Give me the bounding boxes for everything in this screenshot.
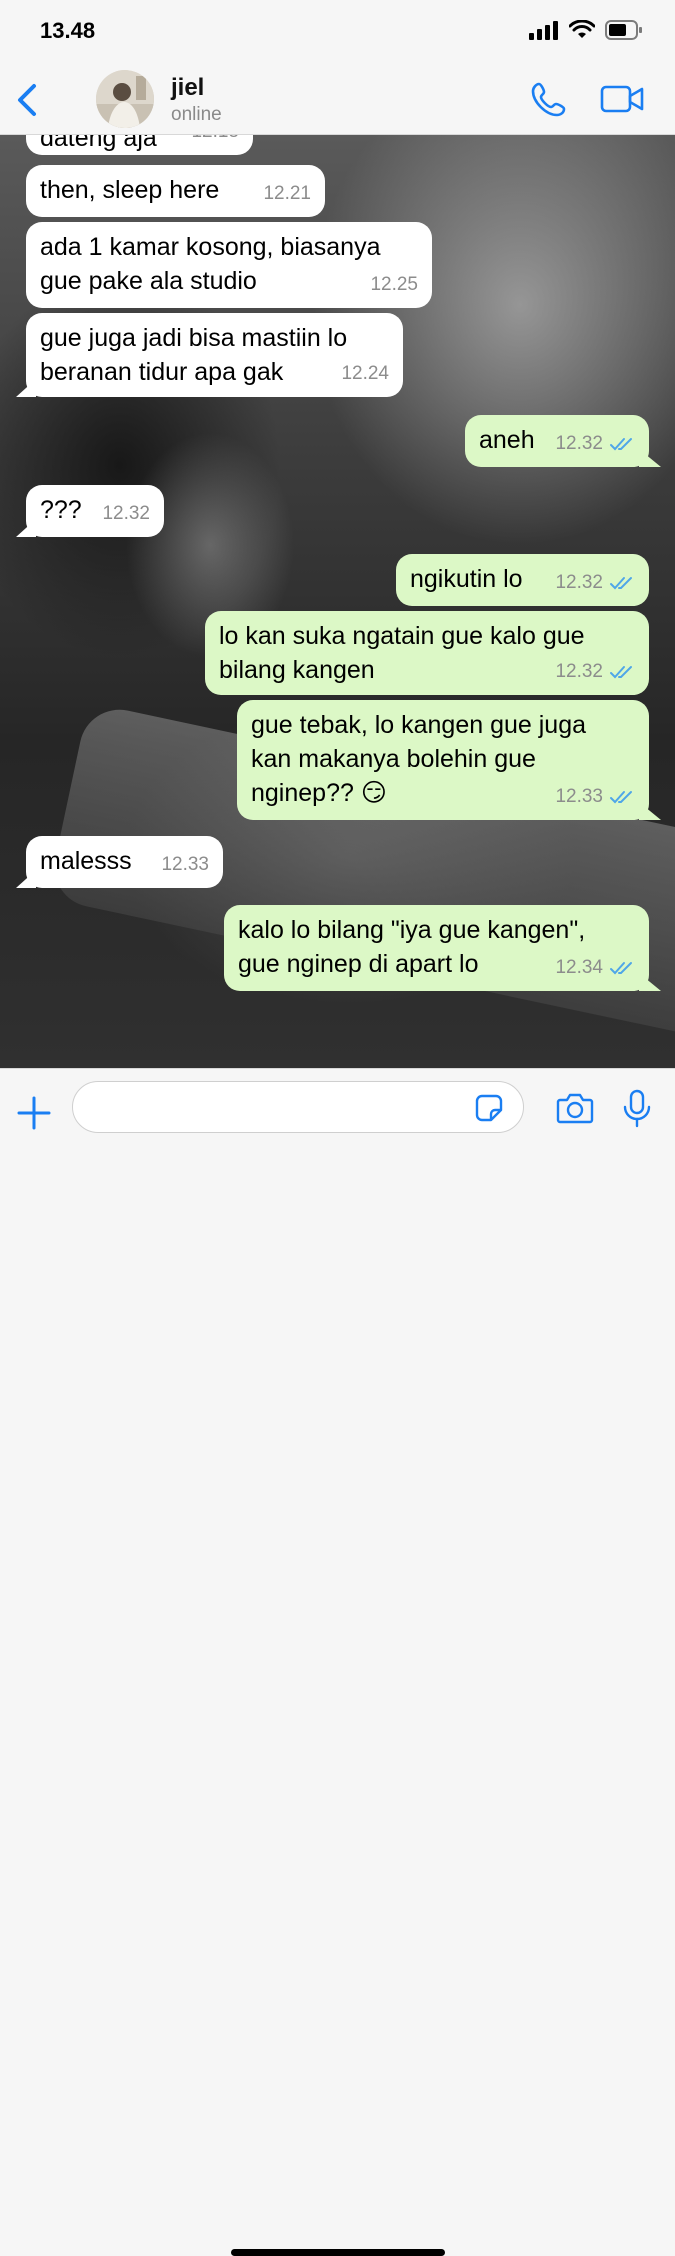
contact-status: online: [171, 104, 222, 125]
voice-message-button[interactable]: [622, 1089, 652, 1134]
avatar-image: [96, 70, 154, 128]
message-incoming[interactable]: ada 1 kamar kosong, biasanya gue pake al…: [26, 222, 432, 308]
chat-area[interactable]: dateng aja 12.18 then, sleep here 12.21 …: [0, 135, 675, 1068]
message-outgoing[interactable]: lo kan suka ngatain gue kalo gue bilang …: [205, 611, 649, 695]
status-icons: [529, 20, 643, 40]
message-outgoing[interactable]: kalo lo bilang "iya gue kangen", gue ngi…: [224, 905, 649, 991]
contact-name[interactable]: jiel: [171, 74, 204, 102]
double-check-icon: [610, 962, 632, 975]
message-time: 12.34: [555, 951, 635, 985]
message-incoming[interactable]: ??? 12.32: [26, 485, 164, 537]
home-indicator[interactable]: [231, 2249, 445, 2256]
sticker-button[interactable]: [474, 1093, 504, 1128]
microphone-icon: [623, 1089, 651, 1128]
message-text: then, sleep here: [40, 176, 220, 204]
video-camera-icon: [600, 85, 644, 113]
double-check-icon: [610, 438, 632, 451]
message-text: gue tebak, lo kangen gue juga kan makany…: [251, 711, 586, 807]
message-text: dateng aja: [40, 135, 157, 152]
message-time: 12.33: [161, 854, 209, 875]
double-check-icon: [610, 577, 632, 590]
message-composer: [0, 1068, 675, 2256]
wifi-icon: [569, 20, 595, 38]
chevron-left-icon: [18, 84, 36, 116]
message-text: malesss: [40, 847, 132, 875]
message-time: 12.32: [555, 655, 635, 689]
message-outgoing[interactable]: aneh 12.32: [465, 415, 649, 467]
message-time: 12.32: [555, 427, 635, 461]
battery-icon: [605, 20, 642, 40]
sticker-icon: [475, 1094, 503, 1122]
message-time: 12.32: [555, 566, 635, 600]
message-text: kalo lo bilang "iya gue kangen", gue ngi…: [238, 916, 586, 978]
message-time: 12.18: [191, 135, 239, 149]
message-text: ngikutin lo: [410, 565, 523, 593]
camera-icon: [556, 1093, 594, 1124]
message-time: 12.25: [370, 274, 418, 295]
status-time: 13.48: [40, 18, 96, 43]
status-bar: 13.48: [0, 0, 675, 62]
message-time: 12.21: [263, 183, 311, 204]
message-incoming[interactable]: then, sleep here 12.21: [26, 165, 325, 217]
video-call-button[interactable]: [600, 84, 644, 119]
message-incoming[interactable]: gue juga jadi bisa mastiin lo beranan ti…: [26, 313, 403, 397]
double-check-icon: [610, 666, 632, 679]
plus-icon: [17, 1096, 51, 1130]
message-time: 12.33: [555, 780, 635, 814]
message-text: lo kan suka ngatain gue kalo gue bilang …: [219, 622, 585, 684]
message-text: ada 1 kamar kosong, biasanya gue pake al…: [40, 233, 381, 295]
avatar[interactable]: [96, 70, 154, 128]
message-incoming[interactable]: dateng aja 12.18: [26, 135, 253, 155]
add-attachment-button[interactable]: [16, 1095, 52, 1136]
message-time: 12.24: [341, 363, 389, 384]
message-text: ???: [40, 496, 82, 524]
voice-call-button[interactable]: [530, 80, 568, 123]
double-check-icon: [610, 791, 632, 804]
message-text: gue juga jadi bisa mastiin lo beranan ti…: [40, 324, 348, 386]
message-time: 12.32: [102, 503, 150, 524]
message-outgoing[interactable]: ngikutin lo 12.32: [396, 554, 649, 606]
camera-button[interactable]: [556, 1091, 594, 1130]
message-text: aneh: [479, 426, 535, 454]
message-outgoing[interactable]: gue tebak, lo kangen gue juga kan makany…: [237, 700, 649, 820]
signal-icon: [529, 21, 558, 40]
chat-header: jiel online: [0, 62, 675, 135]
message-input[interactable]: [72, 1081, 524, 1133]
back-button[interactable]: [14, 82, 40, 123]
message-incoming[interactable]: malesss 12.33: [26, 836, 223, 888]
phone-icon: [531, 82, 566, 117]
